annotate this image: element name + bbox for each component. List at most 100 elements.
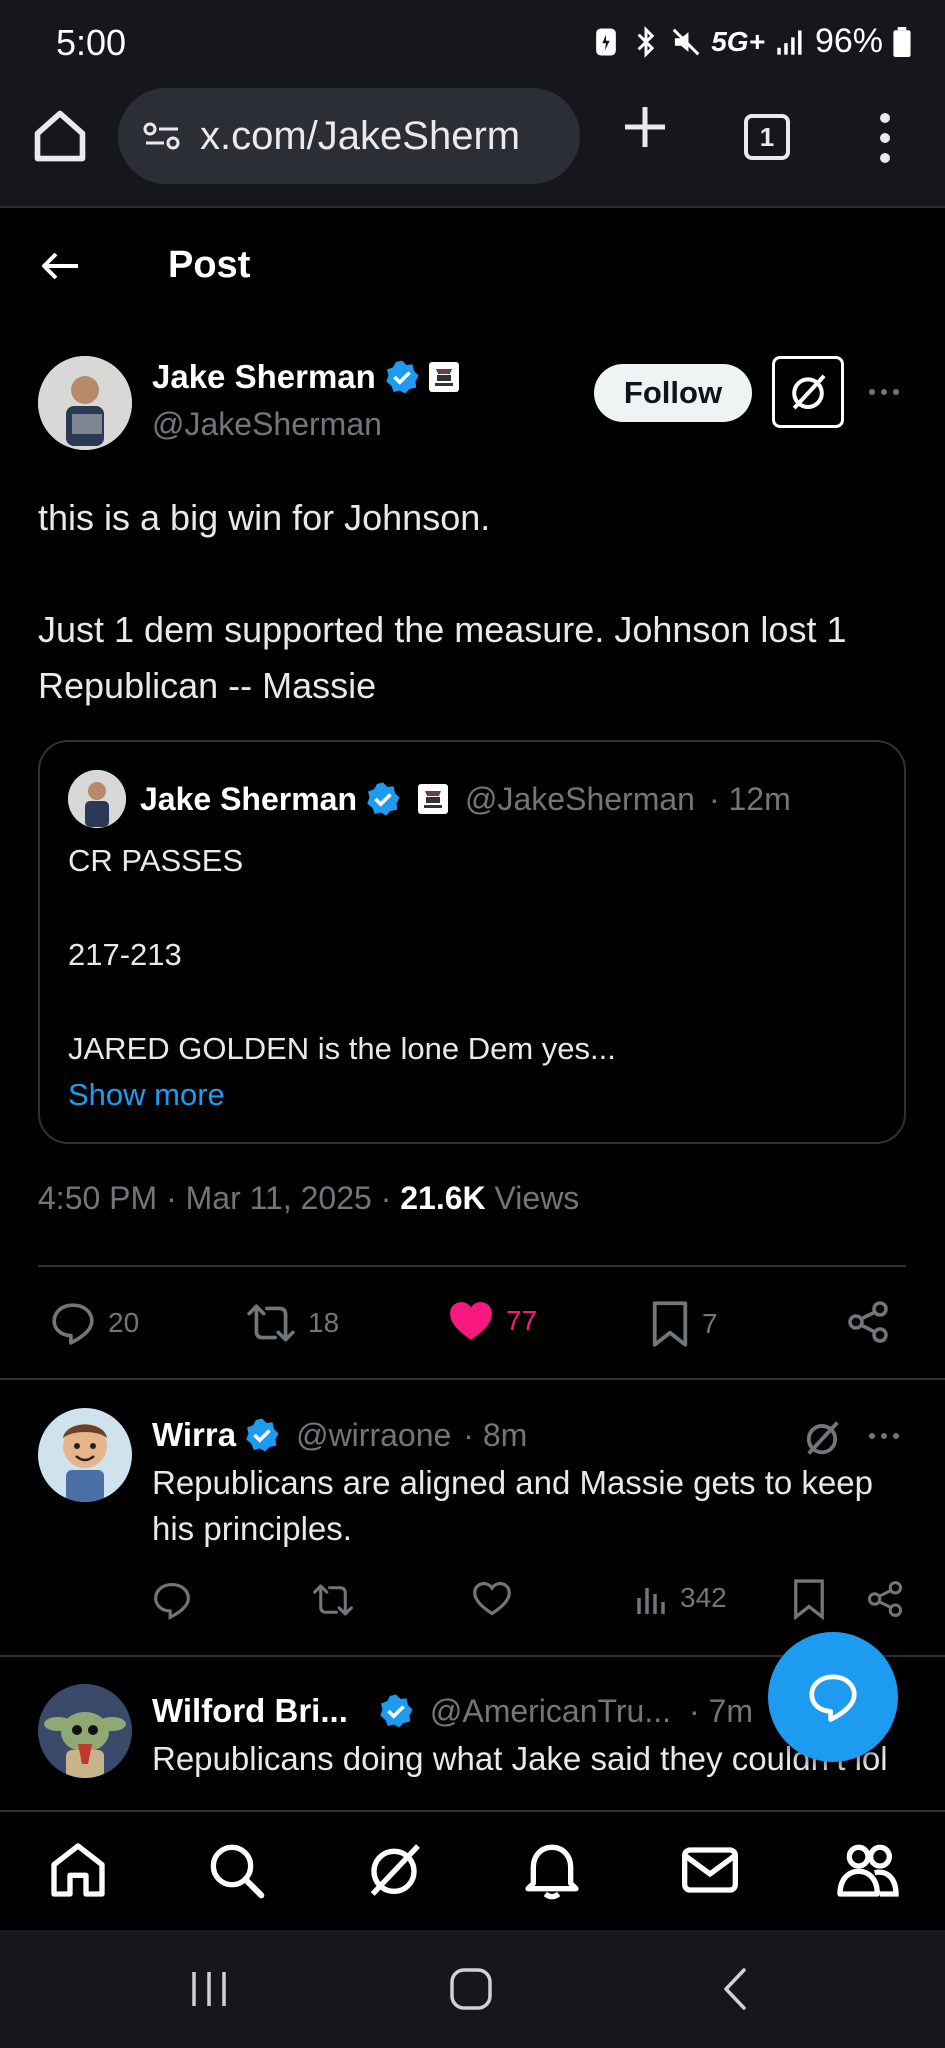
- reply-button[interactable]: 20: [50, 1300, 139, 1346]
- reply-avatar[interactable]: [38, 1684, 132, 1778]
- reply-view-count: 342: [680, 1582, 727, 1613]
- bookmark-count: 7: [702, 1308, 718, 1339]
- messages-icon[interactable]: [678, 1838, 742, 1902]
- quoted-text-line: 217-213: [68, 937, 182, 972]
- divider: [38, 1265, 906, 1267]
- reply-icon: [154, 1582, 190, 1620]
- quoted-author-handle: @JakeSherman: [465, 780, 695, 817]
- browser-toolbar: x.com/JakeSherm 1: [0, 88, 945, 208]
- url-text: x.com/JakeSherm: [200, 113, 521, 158]
- quoted-text-line: JARED GOLDEN is the lone Dem yes...: [68, 1031, 616, 1066]
- quoted-post[interactable]: Jake Sherman @JakeSherman · 12m CR PASSE…: [38, 740, 906, 1144]
- compose-reply-button[interactable]: [768, 1632, 898, 1762]
- author-handle[interactable]: @JakeSherman: [152, 406, 382, 443]
- status-bar: 5:00 5G+ 96%: [0, 0, 945, 88]
- bookmark-icon: [794, 1579, 824, 1620]
- reply-repost-button[interactable]: [312, 1580, 354, 1620]
- like-button[interactable]: 77: [448, 1300, 537, 1342]
- verified-badge-icon: [380, 1694, 413, 1728]
- battery-percent: 96%: [814, 22, 883, 60]
- tab-switcher-button[interactable]: 1: [744, 114, 790, 160]
- quoted-post-header: Jake Sherman @JakeSherman · 12m: [68, 770, 791, 828]
- quoted-text-line: CR PASSES: [68, 843, 244, 878]
- show-more-link[interactable]: Show more: [68, 1072, 616, 1118]
- search-icon[interactable]: [204, 1838, 268, 1902]
- reply-text: Republicans are aligned and Massie gets …: [152, 1464, 873, 1547]
- reply-author-name[interactable]: Wirra: [152, 1416, 236, 1454]
- browser-home-icon[interactable]: [30, 106, 90, 166]
- new-tab-icon[interactable]: [620, 102, 670, 152]
- reply-bookmark-button[interactable]: [792, 1578, 826, 1620]
- repost-icon: [247, 1304, 295, 1342]
- reply-like-button[interactable]: [472, 1580, 512, 1618]
- repost-icon: [313, 1584, 353, 1616]
- communities-icon[interactable]: [836, 1838, 900, 1902]
- notifications-icon[interactable]: [520, 1838, 584, 1902]
- more-options-icon[interactable]: [866, 374, 902, 410]
- home-icon[interactable]: [46, 1838, 110, 1902]
- post-actions: 20 18 77 7: [0, 1290, 945, 1370]
- signal-icon: [777, 29, 802, 55]
- analytics-icon: [637, 1588, 665, 1614]
- site-settings-icon[interactable]: [142, 121, 182, 151]
- post-author: Jake Sherman @JakeSherman Follow: [0, 350, 945, 460]
- battery-icon: [893, 26, 911, 57]
- system-back-icon[interactable]: [712, 1964, 762, 2014]
- bottom-tab-bar: [0, 1810, 945, 1930]
- reply-author-handle[interactable]: @AmericanTru...: [430, 1693, 671, 1730]
- reply-reply-button[interactable]: [152, 1580, 192, 1620]
- post-text: this is a big win for Johnson. Just 1 de…: [38, 490, 918, 714]
- reply-icon: [52, 1303, 94, 1345]
- page-title: Post: [168, 244, 251, 286]
- heart-icon: [473, 1581, 511, 1616]
- quoted-post-time: · 12m: [708, 780, 791, 817]
- affiliation-badge-icon: [418, 784, 449, 814]
- repost-button[interactable]: 18: [246, 1300, 339, 1346]
- grok-icon[interactable]: [800, 1416, 844, 1460]
- like-count: 77: [506, 1305, 538, 1336]
- reply-views-button[interactable]: 342: [634, 1580, 727, 1616]
- reply-bubble-icon: [809, 1674, 857, 1722]
- back-arrow-icon[interactable]: [38, 244, 82, 288]
- divider: [0, 1378, 945, 1380]
- bookmark-button[interactable]: 7: [650, 1300, 718, 1348]
- verified-badge-icon: [386, 360, 419, 394]
- system-home-icon[interactable]: [446, 1964, 496, 2014]
- grok-icon[interactable]: [362, 1838, 426, 1902]
- address-bar[interactable]: x.com/JakeSherm: [118, 88, 580, 184]
- post-meta: 4:50 PM · Mar 11, 2025 · 21.6K Views: [38, 1180, 579, 1217]
- reply-count: 20: [108, 1307, 140, 1338]
- post-text-line: this is a big win for Johnson.: [38, 497, 491, 538]
- post-header: Post: [0, 208, 945, 326]
- quoted-author-name: Jake Sherman: [140, 780, 358, 817]
- author-avatar[interactable]: [38, 356, 132, 450]
- author-name[interactable]: Jake Sherman: [152, 358, 376, 396]
- views-count[interactable]: 21.6K: [400, 1180, 485, 1216]
- share-button[interactable]: [846, 1300, 890, 1344]
- grok-button[interactable]: [772, 356, 844, 428]
- bookmark-icon: [652, 1301, 688, 1347]
- recent-apps-icon[interactable]: [184, 1964, 234, 2014]
- repost-count: 18: [308, 1307, 340, 1338]
- reply-item[interactable]: Wirra @wirraone · 8m Republicans are ali…: [0, 1408, 945, 1658]
- reply-author-name[interactable]: Wilford Bri...: [152, 1692, 348, 1730]
- reply-time: · 8m: [463, 1416, 528, 1453]
- follow-button[interactable]: Follow: [594, 364, 752, 422]
- reply-share-button[interactable]: [866, 1580, 904, 1618]
- battery-saver-icon: [596, 27, 617, 56]
- browser-menu-icon[interactable]: [870, 108, 900, 168]
- reply-avatar[interactable]: [38, 1408, 132, 1502]
- status-time: 5:00: [56, 22, 127, 63]
- views-label: Views: [485, 1180, 580, 1216]
- network-type: 5G+: [711, 25, 765, 57]
- reply-author-handle[interactable]: @wirraone: [296, 1417, 451, 1454]
- share-icon: [848, 1301, 888, 1343]
- more-options-icon[interactable]: [866, 1430, 902, 1442]
- verified-badge-icon: [246, 1418, 279, 1452]
- author-name-row[interactable]: Jake Sherman: [152, 358, 460, 396]
- mute-icon: [672, 28, 700, 55]
- heart-filled-icon: [450, 1302, 492, 1340]
- reply-header: Wilford Bri... @AmericanTru... · 7m: [152, 1692, 753, 1730]
- bluetooth-icon: [637, 25, 655, 58]
- verified-badge-icon: [367, 782, 400, 816]
